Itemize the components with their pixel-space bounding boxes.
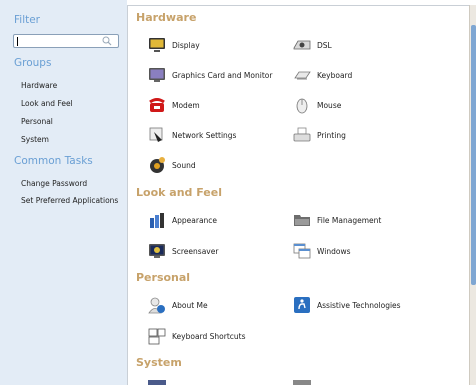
item-screensaver[interactable]: Screensaver <box>148 240 218 262</box>
item-network-settings[interactable]: Network Settings <box>148 124 236 146</box>
item-assistive-technologies[interactable]: Assistive Technologies <box>293 294 401 316</box>
printer-icon <box>293 127 311 142</box>
scrollbar-thumb[interactable] <box>471 25 476 285</box>
section-look-and-feel-title: Look and Feel <box>136 186 222 199</box>
section-hardware-title: Hardware <box>136 11 197 24</box>
group-personal[interactable]: Personal <box>21 117 53 126</box>
accessibility-icon <box>294 297 310 313</box>
common-tasks-title: Common Tasks <box>14 155 93 167</box>
filter-title: Filter <box>14 14 41 26</box>
group-hardware[interactable]: Hardware <box>21 81 57 90</box>
control-center-panel: Hardware Display DSL Graphics Card and M… <box>127 5 469 385</box>
search-input[interactable] <box>13 34 119 48</box>
keyboard-shortcuts-icon <box>148 328 166 345</box>
monitor-icon <box>149 68 165 82</box>
group-look-and-feel[interactable]: Look and Feel <box>21 99 73 108</box>
item-keyboard[interactable]: Keyboard <box>293 64 352 86</box>
mouse-icon <box>296 98 308 114</box>
search-icon <box>102 36 112 46</box>
item-mouse[interactable]: Mouse <box>293 94 341 116</box>
item-modem[interactable]: Modem <box>148 94 200 116</box>
windows-icon <box>293 243 311 259</box>
vertical-scrollbar[interactable] <box>469 5 476 385</box>
item-graphics-card-and-monitor[interactable]: Graphics Card and Monitor <box>148 64 272 86</box>
partial-item-icon <box>293 380 311 385</box>
partial-item-icon <box>148 380 166 385</box>
network-icon <box>149 127 163 142</box>
keyboard-icon <box>294 71 311 80</box>
phone-icon <box>149 98 165 112</box>
item-keyboard-shortcuts[interactable]: Keyboard Shortcuts <box>148 325 246 347</box>
item-sound[interactable]: Sound <box>148 154 196 176</box>
appearance-icon <box>150 213 164 228</box>
display-icon <box>149 38 165 52</box>
section-personal-title: Personal <box>136 271 191 284</box>
folder-icon <box>294 215 310 226</box>
item-dsl[interactable]: DSL <box>293 34 332 56</box>
screensaver-icon <box>149 244 165 258</box>
group-system[interactable]: System <box>21 135 49 144</box>
item-printing[interactable]: Printing <box>293 124 346 146</box>
dsl-modem-icon <box>293 40 311 50</box>
task-set-preferred-applications[interactable]: Set Preferred Applications <box>21 196 118 205</box>
item-file-management[interactable]: File Management <box>293 209 381 231</box>
task-change-password[interactable]: Change Password <box>21 179 87 188</box>
item-appearance[interactable]: Appearance <box>148 209 217 231</box>
item-windows[interactable]: Windows <box>293 240 350 262</box>
item-about-me[interactable]: About Me <box>148 294 208 316</box>
speaker-icon <box>150 157 165 173</box>
item-display[interactable]: Display <box>148 34 200 56</box>
section-system-title: System <box>136 356 182 369</box>
text-cursor <box>17 37 18 46</box>
groups-title: Groups <box>14 57 52 69</box>
sidebar: Filter Groups Hardware Look and Feel Per… <box>0 0 127 385</box>
user-icon <box>148 297 165 314</box>
